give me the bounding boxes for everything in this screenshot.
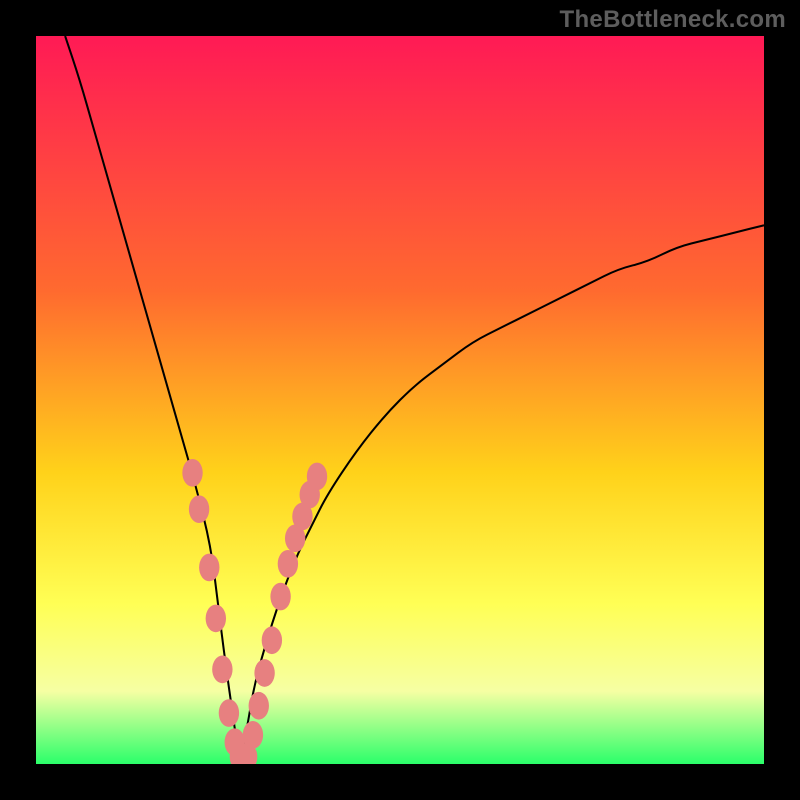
bead	[278, 550, 298, 578]
bead	[199, 554, 219, 582]
watermark-text: TheBottleneck.com	[560, 6, 786, 34]
bead	[189, 495, 209, 523]
bead	[254, 659, 274, 687]
bead	[212, 656, 232, 684]
outer-frame: TheBottleneck.com	[0, 0, 800, 800]
bead	[270, 583, 290, 611]
bead	[243, 721, 263, 749]
bead	[206, 605, 226, 633]
bead	[219, 699, 239, 727]
bead	[249, 692, 269, 720]
bead	[262, 626, 282, 654]
bead	[182, 459, 202, 487]
chart-svg	[36, 36, 764, 764]
bead	[307, 463, 327, 491]
plot-area	[36, 36, 764, 764]
